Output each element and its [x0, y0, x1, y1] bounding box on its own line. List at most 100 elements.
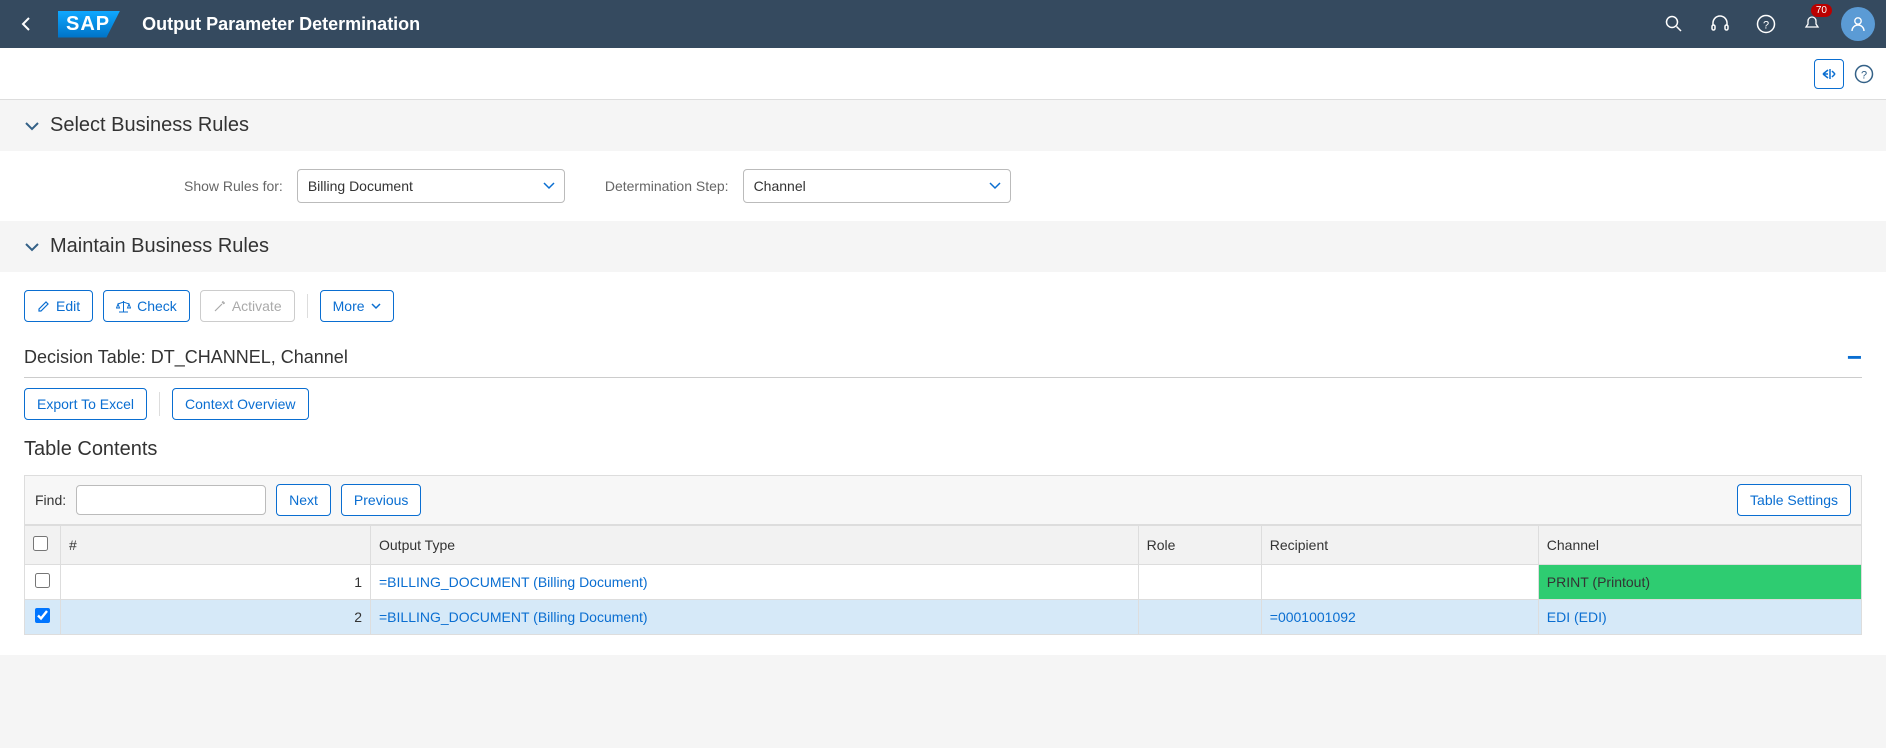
activate-button: Activate	[200, 290, 295, 322]
pencil-icon	[37, 300, 50, 313]
action-toolbar: Edit Check Activate More	[24, 290, 1862, 322]
cell-output-type: =BILLING_DOCUMENT (Billing Document)	[371, 600, 1139, 635]
chevron-down-icon	[543, 182, 555, 190]
notifications-button[interactable]: 70	[1794, 6, 1830, 42]
determination-step-group: Determination Step: Channel	[605, 169, 1011, 203]
table-header-row: # Output Type Role Recipient Channel	[25, 526, 1862, 565]
cell-channel: PRINT (Printout)	[1538, 565, 1861, 600]
table-row[interactable]: 1 =BILLING_DOCUMENT (Billing Document) PRI…	[25, 565, 1862, 600]
separator	[307, 294, 308, 318]
next-button[interactable]: Next	[276, 484, 331, 516]
check-label: Check	[137, 298, 177, 314]
find-input[interactable]	[76, 485, 266, 515]
help-button[interactable]: ?	[1748, 6, 1784, 42]
section-maintain-rules[interactable]: Maintain Business Rules	[0, 221, 1886, 272]
table-settings-button[interactable]: Table Settings	[1737, 484, 1851, 516]
notification-badge: 70	[1811, 4, 1832, 17]
col-channel: Channel	[1538, 526, 1861, 565]
row-num: 2	[61, 600, 371, 635]
select-all-checkbox[interactable]	[33, 536, 48, 551]
wand-icon	[213, 300, 226, 313]
more-label: More	[333, 298, 365, 314]
row-num: 1	[61, 565, 371, 600]
row-select-cell[interactable]	[25, 565, 61, 600]
export-excel-button[interactable]: Export To Excel	[24, 388, 147, 420]
section-select-rules[interactable]: Select Business Rules	[0, 100, 1886, 151]
col-num: #	[61, 526, 371, 565]
row-select-cell[interactable]	[25, 600, 61, 635]
col-output-type: Output Type	[371, 526, 1139, 565]
search-icon	[1665, 15, 1683, 33]
collapse-panel-button[interactable]	[1814, 59, 1844, 89]
determination-step-label: Determination Step:	[605, 178, 729, 194]
page-title: Output Parameter Determination	[142, 14, 420, 35]
collapse-icon	[1821, 67, 1837, 81]
maintain-rules-panel: Edit Check Activate More Decision Table:…	[0, 272, 1886, 420]
cell-role	[1138, 565, 1261, 600]
cell-recipient	[1261, 565, 1538, 600]
cell-role	[1138, 600, 1261, 635]
cell-output-type: =BILLING_DOCUMENT (Billing Document)	[371, 565, 1139, 600]
section-title: Select Business Rules	[50, 114, 249, 137]
more-button[interactable]: More	[320, 290, 394, 322]
chevron-down-icon	[989, 182, 1001, 190]
collapse-section-button[interactable]: −	[1847, 342, 1862, 373]
decision-table-title-row: Decision Table: DT_CHANNEL, Channel −	[24, 342, 1862, 373]
next-label: Next	[289, 492, 318, 508]
section-title: Maintain Business Rules	[50, 235, 269, 258]
col-recipient: Recipient	[1261, 526, 1538, 565]
back-button[interactable]	[10, 11, 44, 37]
select-rules-panel: Show Rules for: Billing Document Determi…	[0, 151, 1886, 221]
edit-label: Edit	[56, 298, 80, 314]
headset-icon	[1710, 14, 1730, 34]
table-row[interactable]: 2 =BILLING_DOCUMENT (Billing Document) =00…	[25, 600, 1862, 635]
support-button[interactable]	[1702, 6, 1738, 42]
col-role: Role	[1138, 526, 1261, 565]
user-avatar[interactable]	[1840, 6, 1876, 42]
col-select-all[interactable]	[25, 526, 61, 565]
search-button[interactable]	[1656, 6, 1692, 42]
determination-step-value: Channel	[754, 178, 806, 194]
channel-link[interactable]: EDI (EDI)	[1547, 609, 1607, 625]
export-toolbar: Export To Excel Context Overview	[24, 388, 1862, 420]
recipient-link[interactable]: =0001001092	[1270, 609, 1356, 625]
page-help-button[interactable]: ?	[1854, 64, 1874, 84]
header-right: ? 70	[1656, 6, 1876, 42]
decision-table: # Output Type Role Recipient Channel 1 =B…	[24, 525, 1862, 635]
find-label: Find:	[35, 492, 66, 508]
avatar	[1841, 7, 1875, 41]
bell-icon	[1802, 14, 1822, 34]
output-type-link[interactable]: =BILLING_DOCUMENT (Billing Document)	[379, 574, 648, 590]
help-icon: ?	[1756, 14, 1776, 34]
previous-label: Previous	[354, 492, 408, 508]
header-left: SAP Output Parameter Determination	[10, 11, 420, 38]
show-rules-label: Show Rules for:	[184, 178, 283, 194]
export-label: Export To Excel	[37, 396, 134, 412]
help-icon: ?	[1854, 64, 1874, 84]
output-type-link[interactable]: =BILLING_DOCUMENT (Billing Document)	[379, 609, 648, 625]
show-rules-group: Show Rules for: Billing Document	[184, 169, 565, 203]
chevron-down-icon	[24, 120, 40, 132]
show-rules-select[interactable]: Billing Document	[297, 169, 565, 203]
decision-table-title: Decision Table: DT_CHANNEL, Channel	[24, 347, 348, 368]
row-checkbox[interactable]	[35, 573, 50, 588]
svg-text:?: ?	[1861, 69, 1867, 81]
determination-step-select[interactable]: Channel	[743, 169, 1011, 203]
divider	[24, 377, 1862, 378]
context-label: Context Overview	[185, 396, 295, 412]
person-icon	[1849, 15, 1867, 33]
context-overview-button[interactable]: Context Overview	[172, 388, 308, 420]
table-section: Table Contents Find: Next Previous Table…	[0, 420, 1886, 655]
separator	[159, 392, 160, 416]
row-checkbox[interactable]	[35, 608, 50, 623]
chevron-left-icon	[20, 17, 34, 31]
chevron-down-icon	[371, 303, 381, 310]
table-caption: Table Contents	[24, 420, 1862, 475]
show-rules-value: Billing Document	[308, 178, 413, 194]
previous-button[interactable]: Previous	[341, 484, 421, 516]
app-header: SAP Output Parameter Determination ? 70	[0, 0, 1886, 48]
cell-channel: EDI (EDI)	[1538, 600, 1861, 635]
chevron-down-icon	[24, 241, 40, 253]
edit-button[interactable]: Edit	[24, 290, 93, 322]
check-button[interactable]: Check	[103, 290, 190, 322]
